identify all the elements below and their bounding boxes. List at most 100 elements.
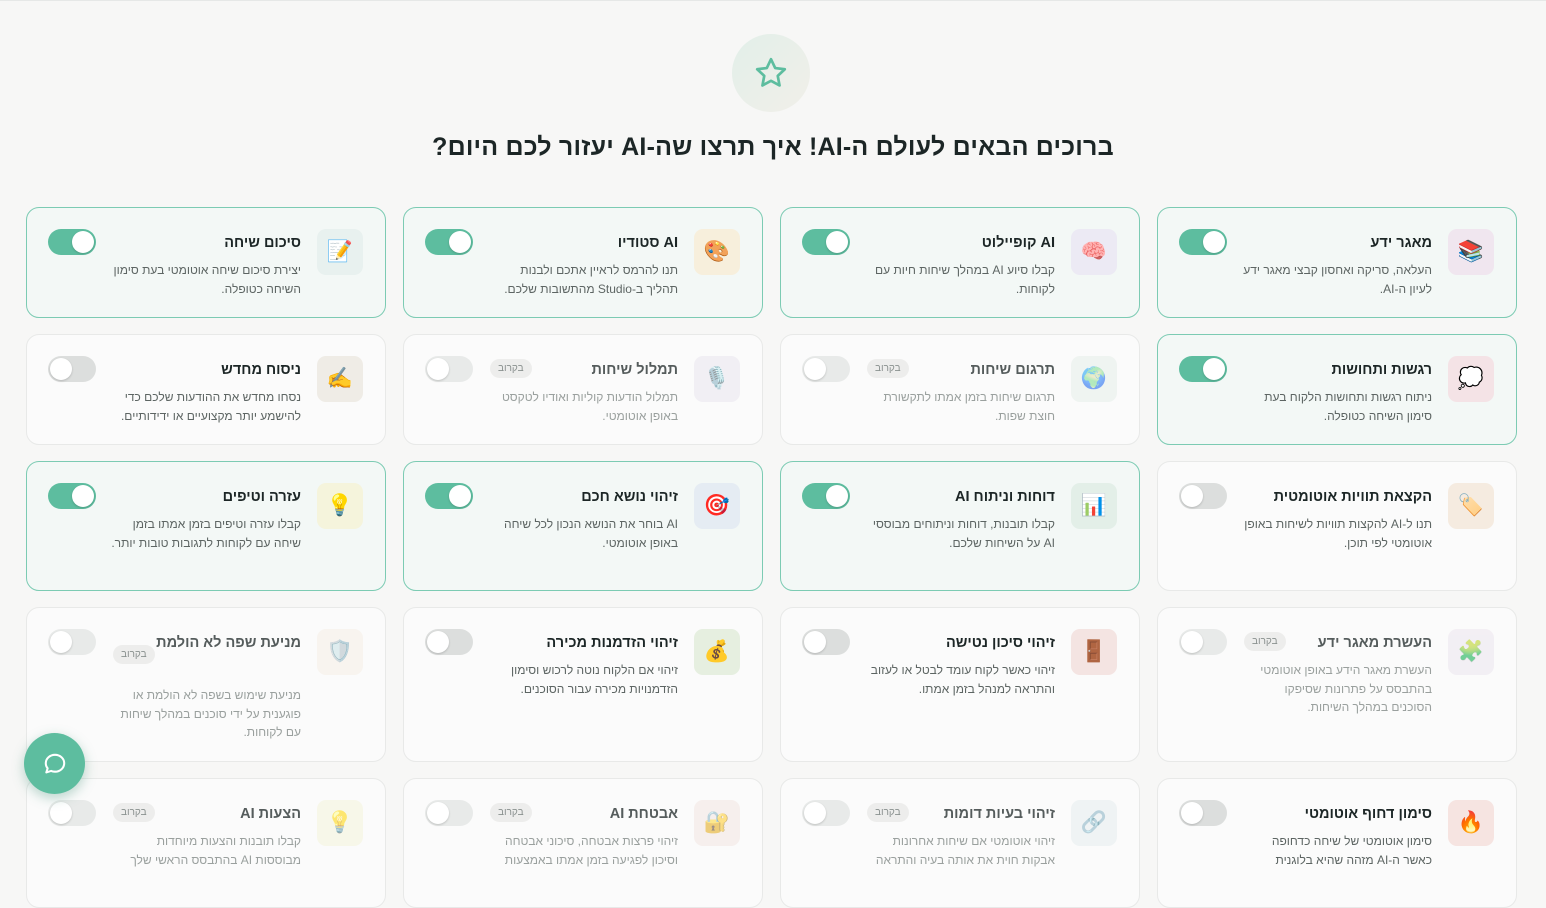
writing-hand-icon: ✍️ bbox=[317, 356, 363, 402]
toggle-knob bbox=[449, 485, 471, 507]
feature-toggle-translation[interactable] bbox=[802, 356, 850, 382]
coming-soon-badge: בקרוב bbox=[113, 645, 155, 664]
feature-description: קבלו עזרה וטיפים בזמן אמתו בזמן שיחה עם … bbox=[111, 517, 301, 550]
toggle-knob bbox=[804, 631, 826, 653]
brain-icon: 🧠 bbox=[1071, 229, 1117, 275]
feature-toggle-ai-studio[interactable] bbox=[425, 229, 473, 255]
toggle-knob bbox=[427, 802, 449, 824]
feature-toggle-profanity[interactable] bbox=[48, 629, 96, 655]
microphone-icon: 🎙️ bbox=[694, 356, 740, 402]
memo-icon: 📝 bbox=[317, 229, 363, 275]
toggle-knob bbox=[72, 485, 94, 507]
feature-card-ai-reports: 📊 דוחות וניתוח AI קבלו תובנות, דוחות וניתו… bbox=[780, 461, 1140, 591]
feature-title: זיהוי הזדמנות מכירה bbox=[546, 635, 678, 651]
feature-title: ניסוח מחדש bbox=[221, 362, 301, 378]
puzzle-icon: 🧩 bbox=[1448, 629, 1494, 675]
toggle-knob bbox=[826, 231, 848, 253]
feature-card-kb-enrichment: 🧩 העשרת מאגר ידע העשרת מאגר הידע באופן אוט… bbox=[1157, 607, 1517, 762]
feature-card-sentiment: 💭 רגשות ותחושות ניתוח רגשות ותחושות הלקוח … bbox=[1157, 334, 1517, 445]
toggle-knob bbox=[1181, 485, 1203, 507]
top-divider bbox=[0, 0, 1546, 1]
feature-description: קבלו סיוע AI במהלך שיחות חיות עם לקוחות. bbox=[875, 263, 1055, 296]
feature-title: הצעות AI bbox=[240, 806, 301, 822]
feature-description: סימון אוטומטי של שיחה כדחופה כאשר ה-AI מ… bbox=[1271, 834, 1432, 867]
bar-chart-icon: 📊 bbox=[1071, 483, 1117, 529]
feature-toggle-auto-tagging[interactable] bbox=[1179, 483, 1227, 509]
feature-title: זיהוי נושא חכם bbox=[581, 489, 678, 505]
money-bag-icon: 💰 bbox=[694, 629, 740, 675]
light-bulb-icon: 💡 bbox=[317, 483, 363, 529]
feature-toggle-ai-suggestions[interactable] bbox=[48, 800, 96, 826]
feature-toggle-ai-security[interactable] bbox=[425, 800, 473, 826]
feature-title: AI קופיילוט bbox=[981, 235, 1055, 251]
feature-title: העשרת מאגר ידע bbox=[1317, 635, 1432, 651]
shield-icon: 🛡️ bbox=[317, 629, 363, 675]
toggle-knob bbox=[72, 231, 94, 253]
toggle-knob bbox=[50, 358, 72, 380]
toggle-knob bbox=[1203, 358, 1225, 380]
coming-soon-badge: בקרוב bbox=[490, 803, 532, 822]
feature-card-translation: 🌍 תרגום שיחות תרגום שיחות בזמן אמתו לתקשור… bbox=[780, 334, 1140, 445]
feature-card-churn-risk: 🚪 זיהוי סיכון נטישה זיהוי כאשר לקוח עומד ל… bbox=[780, 607, 1140, 762]
feature-toggle-ai-copilot[interactable] bbox=[802, 229, 850, 255]
feature-title: עזרה וטיפים bbox=[222, 489, 301, 505]
feature-description: תרגום שיחות בזמן אמתו לתקשורת חוצת שפות. bbox=[883, 390, 1055, 423]
feature-grid: 📚 מאגר ידע העלאה, סריקה ואחסון קבצי מאגר י… bbox=[26, 207, 1517, 908]
coming-soon-badge: בקרוב bbox=[490, 359, 532, 378]
feature-title: סימון דחוף אוטומטי bbox=[1304, 806, 1432, 822]
toggle-knob bbox=[449, 231, 471, 253]
feature-toggle-similar-issues[interactable] bbox=[802, 800, 850, 826]
feature-title: מאגר ידע bbox=[1370, 235, 1432, 251]
toggle-knob bbox=[427, 358, 449, 380]
feature-card-similar-issues: 🔗 זיהוי בעיות דומות זיהוי אוטומטי אם שיחות… bbox=[780, 778, 1140, 908]
feature-card-sales-opportunity: 💰 זיהוי הזדמנות מכירה זיהוי אם הלקוח נוטה … bbox=[403, 607, 763, 762]
feature-toggle-sales-opportunity[interactable] bbox=[425, 629, 473, 655]
feature-toggle-ai-reports[interactable] bbox=[802, 483, 850, 509]
books-icon: 📚 bbox=[1448, 229, 1494, 275]
toggle-knob bbox=[804, 358, 826, 380]
feature-toggle-kb-enrichment[interactable] bbox=[1179, 629, 1227, 655]
feature-description: AI בוחר את הנושא הנכון לכל שיחה באופן או… bbox=[504, 517, 678, 550]
globe-icon: 🌍 bbox=[1071, 356, 1117, 402]
feature-card-rephrase: ✍️ ניסוח מחדש נסחו מחדש את ההודעות שלכם כד… bbox=[26, 334, 386, 445]
star-icon bbox=[755, 57, 787, 87]
feature-description: ניתוח רגשות ותחושות הלקוח בעת סימון השיח… bbox=[1264, 390, 1432, 423]
lock-key-icon: 🔐 bbox=[694, 800, 740, 846]
feature-title: מניעת שפה לא הולמת bbox=[156, 635, 301, 651]
coming-soon-badge: בקרוב bbox=[867, 359, 909, 378]
feature-card-ai-suggestions: 💡 הצעות AI קבלו תובנות והצעות מיוחדות מבוס… bbox=[26, 778, 386, 908]
feature-card-smart-topic: 🎯 זיהוי נושא חכם AI בוחר את הנושא הנכון לכ… bbox=[403, 461, 763, 591]
feature-toggle-conversation-summary[interactable] bbox=[48, 229, 96, 255]
feature-title: סיכום שיחה bbox=[224, 235, 301, 251]
feature-description: תמלול הודעות קוליות ואודיו לטקסט באופן א… bbox=[501, 390, 678, 423]
feature-toggle-sentiment[interactable] bbox=[1179, 356, 1227, 382]
feature-description: זיהוי פרצות אבטחה, סיכוני אבטחה וסיכון ל… bbox=[504, 834, 678, 867]
door-icon: 🚪 bbox=[1071, 629, 1117, 675]
feature-card-ai-copilot: 🧠 AI קופיילוט קבלו סיוע AI במהלך שיחות חיו… bbox=[780, 207, 1140, 318]
feature-card-profanity: 🛡️ מניעת שפה לא הולמת מניעת שימוש בשפה לא … bbox=[26, 607, 386, 762]
feature-description: תנו ל-AI להקצות תוויות לשיחות באופן אוטו… bbox=[1244, 517, 1432, 550]
chat-bubble-icon bbox=[44, 753, 65, 773]
toggle-knob bbox=[427, 631, 449, 653]
feature-title: AI סטודיו bbox=[617, 235, 678, 251]
coming-soon-badge: בקרוב bbox=[1244, 632, 1286, 651]
toggle-knob bbox=[50, 802, 72, 824]
toggle-knob bbox=[826, 485, 848, 507]
feature-title: זיהוי בעיות דומות bbox=[943, 806, 1055, 822]
coming-soon-badge: בקרוב bbox=[867, 803, 909, 822]
feature-title: תמלול שיחות bbox=[591, 362, 678, 378]
feature-description: העשרת מאגר הידע באופן אוטומטי בהתבסס על … bbox=[1260, 663, 1432, 714]
feature-toggle-transcription[interactable] bbox=[425, 356, 473, 382]
feature-description: קבלו תובנות והצעות מיוחדות מבוססות AI בה… bbox=[130, 834, 301, 867]
toggle-knob bbox=[50, 631, 72, 653]
feature-toggle-help-tips[interactable] bbox=[48, 483, 96, 509]
feature-toggle-urgent-flag[interactable] bbox=[1179, 800, 1227, 826]
target-icon: 🎯 bbox=[694, 483, 740, 529]
feature-description: תנו להרמס לראיין אתכם ולבנות תהליך ב-Stu… bbox=[504, 263, 678, 296]
feature-toggle-rephrase[interactable] bbox=[48, 356, 96, 382]
feature-toggle-smart-topic[interactable] bbox=[425, 483, 473, 509]
feature-toggle-knowledge-base[interactable] bbox=[1179, 229, 1227, 255]
chat-button[interactable] bbox=[24, 733, 85, 794]
feature-toggle-churn-risk[interactable] bbox=[802, 629, 850, 655]
feature-title: דוחות וניתוח AI bbox=[955, 489, 1055, 505]
